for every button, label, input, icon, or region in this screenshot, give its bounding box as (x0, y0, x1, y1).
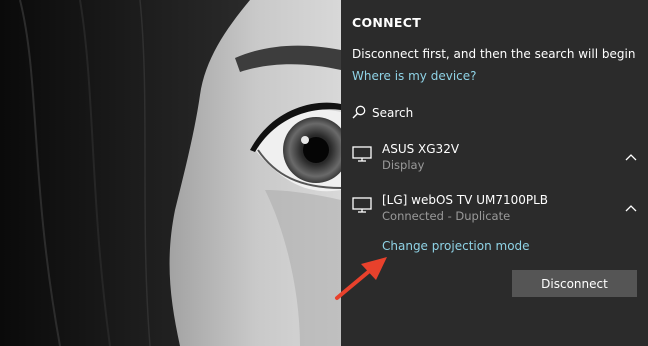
search-label: Search (372, 106, 414, 120)
device-name: [LG] webOS TV UM7100PLB (382, 193, 549, 207)
device-name: ASUS XG32V (382, 142, 460, 156)
screen: CONNECT Disconnect first, and then the s… (0, 0, 648, 346)
search-button[interactable]: Search (352, 104, 413, 122)
monitor-icon (352, 197, 372, 217)
panel-description: Disconnect first, and then the search wi… (352, 47, 636, 61)
disconnect-button[interactable]: Disconnect (512, 270, 637, 297)
where-is-my-device-link[interactable]: Where is my device? (352, 69, 477, 83)
monitor-icon (352, 146, 372, 166)
change-projection-mode-link[interactable]: Change projection mode (382, 239, 530, 253)
device-status: Display (382, 158, 425, 172)
device-status: Connected - Duplicate (382, 209, 511, 223)
chevron-up-icon[interactable] (625, 197, 637, 216)
panel-title: CONNECT (352, 15, 422, 30)
search-icon (352, 105, 366, 122)
chevron-up-icon[interactable] (625, 146, 637, 165)
wallpaper-photo (0, 0, 341, 346)
annotation-arrow-icon (335, 257, 387, 300)
